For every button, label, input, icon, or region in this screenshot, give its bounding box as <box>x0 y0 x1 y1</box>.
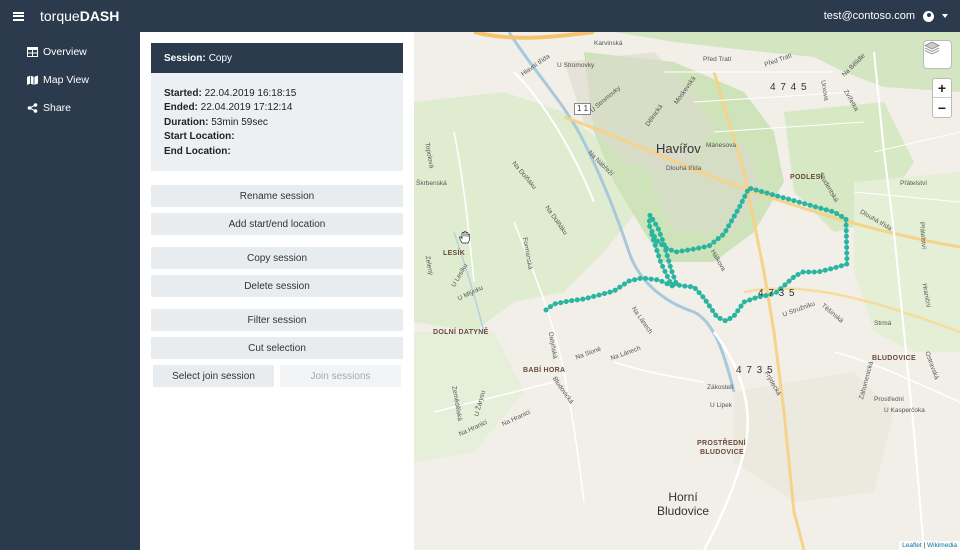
street-label: Prostřední <box>874 396 904 403</box>
zoom-in-button[interactable]: + <box>933 79 951 98</box>
urban-area <box>734 372 894 502</box>
duration-label: Duration: <box>164 116 209 128</box>
district-label: PROSTŘEDNÍ <box>697 440 746 447</box>
sidebar: Overview Map View Share <box>0 32 140 550</box>
map-icon <box>27 75 38 85</box>
join-sessions-button: Join sessions <box>280 365 401 387</box>
select-join-session-button[interactable]: Select join session <box>153 365 274 387</box>
layers-button[interactable] <box>923 40 952 69</box>
street-label: U Kasperčoka <box>884 407 925 414</box>
ended-row: Ended: 22.04.2019 17:12:14 <box>164 101 390 115</box>
street-label: Dlouhá třída <box>666 165 702 172</box>
filter-session-button[interactable]: Filter session <box>151 309 403 331</box>
sidebar-item-label: Share <box>43 102 72 114</box>
start-location-label: Start Location: <box>164 131 235 143</box>
menu-toggle-button[interactable] <box>0 0 36 32</box>
district-label: DOLNÍ DATYNĚ <box>433 329 489 336</box>
map-canvas <box>414 32 960 550</box>
town-label-line: Horní <box>668 490 698 504</box>
sidebar-item-overview[interactable]: Overview <box>0 38 140 66</box>
layers-icon <box>924 41 940 55</box>
ended-value: 22.04.2019 17:12:14 <box>200 102 293 114</box>
brand-bold: DASH <box>79 8 120 24</box>
map-attribution: Leaflet | Wikimedia <box>899 541 960 550</box>
user-circle-icon <box>923 10 934 22</box>
map-view[interactable]: Havířov Horní Bludovice PODLESÍ LESÍK DOL… <box>414 32 960 550</box>
started-label: Started: <box>164 88 202 99</box>
delete-session-button[interactable]: Delete session <box>151 275 403 297</box>
rename-session-button[interactable]: Rename session <box>151 185 403 207</box>
session-header-label: Session: <box>164 52 206 64</box>
district-label: BABÍ HORA <box>523 367 566 374</box>
street-label: Strmá <box>874 320 892 327</box>
town-label-line: Bludovice <box>657 504 710 518</box>
district-label: LESÍK <box>443 250 466 257</box>
started-row: Started: 22.04.2019 16:18:15 <box>164 87 390 101</box>
hand-cursor-icon <box>459 231 470 244</box>
street-label: Před Tratí <box>703 56 732 63</box>
district-label: BLUDOVICE <box>872 355 916 362</box>
cut-selection-button[interactable]: Cut selection <box>151 337 403 359</box>
forest-area <box>414 332 524 462</box>
end-location-row: End Location: <box>164 145 390 159</box>
zoom-out-button[interactable]: − <box>933 98 951 117</box>
sidebar-item-label: Map View <box>43 74 89 86</box>
sidebar-item-label: Overview <box>43 46 87 58</box>
brand-light: torque <box>40 8 80 24</box>
session-header-value: Copy <box>208 52 233 64</box>
street-label: Karvinská <box>594 40 623 47</box>
wikimedia-link[interactable]: Wikimedia <box>927 542 957 549</box>
district-label: BLUDOVICE <box>700 449 744 456</box>
add-location-button[interactable]: Add start/end location <box>151 213 403 235</box>
street-label: Škrbenská <box>416 180 447 187</box>
caret-down-icon <box>942 14 948 18</box>
ended-label: Ended: <box>164 102 198 114</box>
session-panel: Session: Copy Started: 22.04.2019 16:18:… <box>140 32 414 550</box>
session-card-header: Session: Copy <box>151 43 403 73</box>
user-menu[interactable]: test@contoso.com <box>824 0 948 32</box>
leaflet-link[interactable]: Leaflet <box>902 542 922 549</box>
sidebar-item-share[interactable]: Share <box>0 94 140 122</box>
zoom-control: + − <box>932 78 952 118</box>
street-label: Mánesova <box>706 142 736 149</box>
major-road <box>473 32 595 40</box>
copy-session-button[interactable]: Copy session <box>151 247 403 269</box>
start-location-row: Start Location: <box>164 130 390 144</box>
street-label: U Stromovky <box>557 62 595 69</box>
street-label: Přátelství <box>900 180 928 187</box>
session-details: Started: 22.04.2019 16:18:15 Ended: 22.0… <box>151 73 403 171</box>
hamburger-icon <box>12 11 24 21</box>
user-email: test@contoso.com <box>823 10 915 22</box>
duration-row: Duration: 53min 59sec <box>164 116 390 130</box>
town-label: Havířov <box>656 141 701 156</box>
share-icon <box>27 103 38 113</box>
road <box>613 361 705 383</box>
end-location-label: End Location: <box>164 145 231 157</box>
street-label: Zákostelí <box>707 384 734 391</box>
town-label: Horní Bludovice <box>657 490 709 518</box>
sidebar-item-map-view[interactable]: Map View <box>0 66 140 94</box>
started-value: 22.04.2019 16:18:15 <box>204 88 297 99</box>
brand-logo[interactable]: torqueDASH <box>40 8 119 24</box>
duration-value: 53min 59sec <box>211 116 268 128</box>
road-number-label: 4 7 3 5 <box>758 288 796 299</box>
top-navbar: torqueDASH test@contoso.com <box>0 0 960 32</box>
table-icon <box>27 47 38 57</box>
road-number-label: 4 7 4 5 <box>770 82 808 93</box>
street-label: U Lipek <box>710 402 733 409</box>
